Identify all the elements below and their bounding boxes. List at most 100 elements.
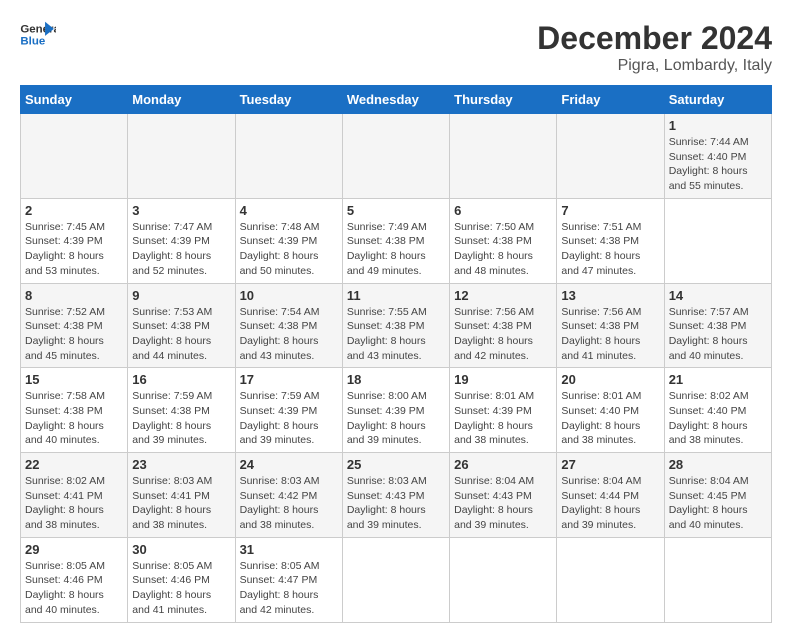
- calendar-day: 27 Sunrise: 8:04 AMSunset: 4:44 PMDayligh…: [557, 453, 664, 538]
- calendar-day: 29Sunrise: 8:05 AMSunset: 4:46 PMDayligh…: [21, 537, 128, 622]
- calendar-day: 3Sunrise: 7:47 AMSunset: 4:39 PMDaylight…: [128, 198, 235, 283]
- day-detail: Sunrise: 8:01 AMSunset: 4:40 PMDaylight:…: [561, 389, 659, 448]
- day-detail: Sunrise: 8:05 AMSunset: 4:46 PMDaylight:…: [132, 559, 230, 618]
- day-number: 17: [240, 372, 338, 387]
- day-number: 12: [454, 288, 552, 303]
- day-number: 26: [454, 457, 552, 472]
- calendar-week-row: 1 Sunrise: 7:44 AMSunset: 4:40 PMDaylight…: [21, 114, 772, 199]
- empty-cell: [450, 537, 557, 622]
- day-number: 2: [25, 203, 123, 218]
- day-detail: Sunrise: 7:56 AMSunset: 4:38 PMDaylight:…: [454, 305, 552, 364]
- col-wednesday: Wednesday: [342, 86, 449, 114]
- day-number: 14: [669, 288, 767, 303]
- empty-cell: [557, 114, 664, 199]
- day-detail: Sunrise: 7:58 AMSunset: 4:38 PMDaylight:…: [25, 389, 123, 448]
- logo: General Blue: [20, 20, 56, 50]
- day-detail: Sunrise: 8:05 AMSunset: 4:47 PMDaylight:…: [240, 559, 338, 618]
- calendar-header-row: Sunday Monday Tuesday Wednesday Thursday…: [21, 86, 772, 114]
- calendar-day: 5 Sunrise: 7:49 AMSunset: 4:38 PMDaylight…: [342, 198, 449, 283]
- calendar-week-row: 15 Sunrise: 7:58 AMSunset: 4:38 PMDayligh…: [21, 368, 772, 453]
- day-detail: Sunrise: 8:03 AMSunset: 4:41 PMDaylight:…: [132, 474, 230, 533]
- calendar-week-row: 8Sunrise: 7:52 AMSunset: 4:38 PMDaylight…: [21, 283, 772, 368]
- location-title: Pigra, Lombardy, Italy: [537, 57, 772, 75]
- day-number: 21: [669, 372, 767, 387]
- day-number: 23: [132, 457, 230, 472]
- calendar-day: 21 Sunrise: 8:02 AMSunset: 4:40 PMDayligh…: [664, 368, 771, 453]
- day-number: 1: [669, 118, 767, 133]
- day-detail: Sunrise: 7:48 AMSunset: 4:39 PMDaylight:…: [240, 220, 338, 279]
- day-detail: Sunrise: 7:50 AMSunset: 4:38 PMDaylight:…: [454, 220, 552, 279]
- day-detail: Sunrise: 8:02 AMSunset: 4:40 PMDaylight:…: [669, 389, 767, 448]
- day-number: 18: [347, 372, 445, 387]
- day-number: 15: [25, 372, 123, 387]
- calendar-day: 10 Sunrise: 7:54 AMSunset: 4:38 PMDayligh…: [235, 283, 342, 368]
- day-number: 8: [25, 288, 123, 303]
- day-detail: Sunrise: 8:03 AMSunset: 4:43 PMDaylight:…: [347, 474, 445, 533]
- calendar-week-row: 22 Sunrise: 8:02 AMSunset: 4:41 PMDayligh…: [21, 453, 772, 538]
- day-number: 20: [561, 372, 659, 387]
- calendar-day: 18Sunrise: 8:00 AMSunset: 4:39 PMDayligh…: [342, 368, 449, 453]
- day-number: 30: [132, 542, 230, 557]
- empty-cell: [235, 114, 342, 199]
- empty-cell: [450, 114, 557, 199]
- calendar-day: 12 Sunrise: 7:56 AMSunset: 4:38 PMDayligh…: [450, 283, 557, 368]
- col-thursday: Thursday: [450, 86, 557, 114]
- calendar-day: 11 Sunrise: 7:55 AMSunset: 4:38 PMDayligh…: [342, 283, 449, 368]
- day-detail: Sunrise: 7:51 AMSunset: 4:38 PMDaylight:…: [561, 220, 659, 279]
- day-detail: Sunrise: 7:56 AMSunset: 4:38 PMDaylight:…: [561, 305, 659, 364]
- empty-cell: [21, 114, 128, 199]
- calendar-day: 4 Sunrise: 7:48 AMSunset: 4:39 PMDaylight…: [235, 198, 342, 283]
- calendar-day: 30 Sunrise: 8:05 AMSunset: 4:46 PMDayligh…: [128, 537, 235, 622]
- calendar-day: 15 Sunrise: 7:58 AMSunset: 4:38 PMDayligh…: [21, 368, 128, 453]
- calendar-day: 2Sunrise: 7:45 AMSunset: 4:39 PMDaylight…: [21, 198, 128, 283]
- calendar-day: 6 Sunrise: 7:50 AMSunset: 4:38 PMDaylight…: [450, 198, 557, 283]
- calendar-day: 16Sunrise: 7:59 AMSunset: 4:38 PMDayligh…: [128, 368, 235, 453]
- calendar-day: 22 Sunrise: 8:02 AMSunset: 4:41 PMDayligh…: [21, 453, 128, 538]
- day-number: 6: [454, 203, 552, 218]
- svg-text:Blue: Blue: [20, 36, 45, 48]
- day-detail: Sunrise: 7:59 AMSunset: 4:39 PMDaylight:…: [240, 389, 338, 448]
- logo-icon: General Blue: [20, 20, 56, 50]
- empty-cell: [342, 537, 449, 622]
- day-detail: Sunrise: 8:04 AMSunset: 4:44 PMDaylight:…: [561, 474, 659, 533]
- day-detail: Sunrise: 7:57 AMSunset: 4:38 PMDaylight:…: [669, 305, 767, 364]
- col-sunday: Sunday: [21, 86, 128, 114]
- day-number: 13: [561, 288, 659, 303]
- calendar-day: 9Sunrise: 7:53 AMSunset: 4:38 PMDaylight…: [128, 283, 235, 368]
- day-number: 5: [347, 203, 445, 218]
- calendar-day: 7 Sunrise: 7:51 AMSunset: 4:38 PMDaylight…: [557, 198, 664, 283]
- empty-cell: [128, 114, 235, 199]
- day-number: 11: [347, 288, 445, 303]
- calendar-week-row: 2Sunrise: 7:45 AMSunset: 4:39 PMDaylight…: [21, 198, 772, 283]
- title-block: December 2024 Pigra, Lombardy, Italy: [537, 20, 772, 75]
- day-detail: Sunrise: 7:54 AMSunset: 4:38 PMDaylight:…: [240, 305, 338, 364]
- day-detail: Sunrise: 7:55 AMSunset: 4:38 PMDaylight:…: [347, 305, 445, 364]
- day-number: 25: [347, 457, 445, 472]
- month-title: December 2024: [537, 20, 772, 57]
- day-number: 4: [240, 203, 338, 218]
- calendar-day: 23 Sunrise: 8:03 AMSunset: 4:41 PMDayligh…: [128, 453, 235, 538]
- col-friday: Friday: [557, 86, 664, 114]
- day-number: 28: [669, 457, 767, 472]
- col-monday: Monday: [128, 86, 235, 114]
- day-number: 27: [561, 457, 659, 472]
- day-number: 3: [132, 203, 230, 218]
- day-number: 22: [25, 457, 123, 472]
- day-number: 7: [561, 203, 659, 218]
- day-number: 24: [240, 457, 338, 472]
- day-detail: Sunrise: 7:49 AMSunset: 4:38 PMDaylight:…: [347, 220, 445, 279]
- day-detail: Sunrise: 8:02 AMSunset: 4:41 PMDaylight:…: [25, 474, 123, 533]
- day-detail: Sunrise: 8:04 AMSunset: 4:45 PMDaylight:…: [669, 474, 767, 533]
- calendar-table: Sunday Monday Tuesday Wednesday Thursday…: [20, 85, 772, 623]
- day-detail: Sunrise: 8:04 AMSunset: 4:43 PMDaylight:…: [454, 474, 552, 533]
- day-number: 10: [240, 288, 338, 303]
- day-number: 29: [25, 542, 123, 557]
- day-detail: Sunrise: 7:59 AMSunset: 4:38 PMDaylight:…: [132, 389, 230, 448]
- day-detail: Sunrise: 8:01 AMSunset: 4:39 PMDaylight:…: [454, 389, 552, 448]
- day-detail: Sunrise: 7:44 AMSunset: 4:40 PMDaylight:…: [669, 135, 767, 194]
- calendar-day: 14 Sunrise: 7:57 AMSunset: 4:38 PMDayligh…: [664, 283, 771, 368]
- calendar-day: 26 Sunrise: 8:04 AMSunset: 4:43 PMDayligh…: [450, 453, 557, 538]
- calendar-day: 1 Sunrise: 7:44 AMSunset: 4:40 PMDaylight…: [664, 114, 771, 199]
- calendar-day: 24Sunrise: 8:03 AMSunset: 4:42 PMDayligh…: [235, 453, 342, 538]
- day-number: 9: [132, 288, 230, 303]
